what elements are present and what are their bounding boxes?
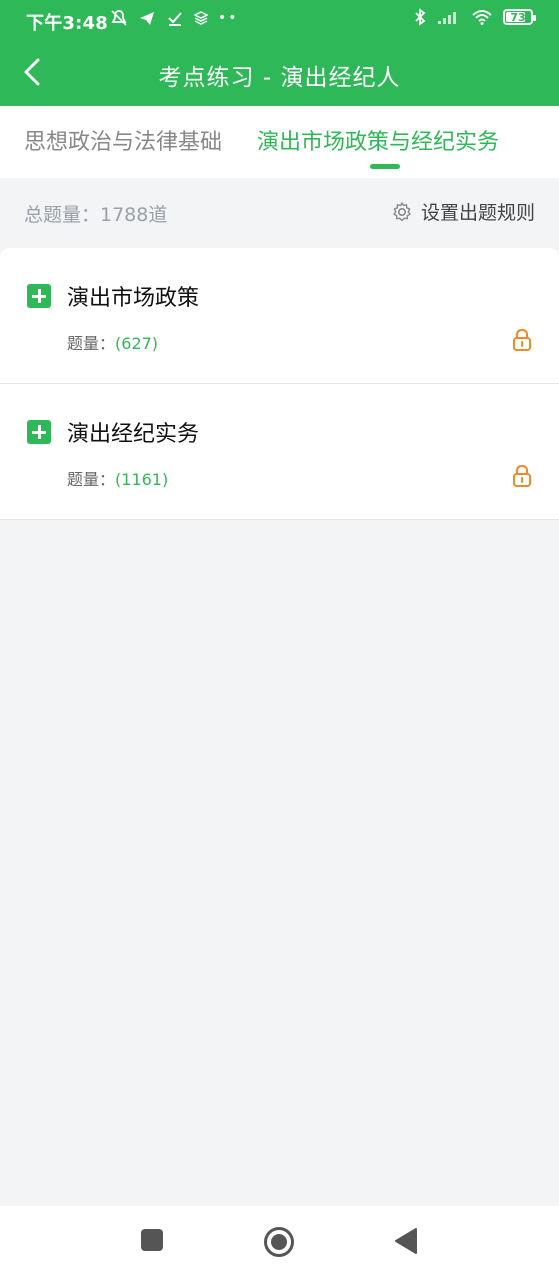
- telegram-icon: [140, 12, 154, 25]
- more-dots-icon: ••: [218, 10, 239, 26]
- triangle-back-icon: [395, 1228, 417, 1254]
- wifi-icon: [472, 10, 492, 25]
- bell-muted-icon: [111, 10, 127, 26]
- set-rules-label: 设置出题规则: [420, 202, 535, 224]
- subject-tabs: 思想政治与法律基础 演出市场政策与经纪实务: [0, 106, 559, 178]
- gear-icon: [393, 201, 411, 221]
- chapter-list: 演出市场政策 题量：(627) 演出经纪实务 题量：(1161): [0, 248, 559, 520]
- system-navigation-bar: [0, 1206, 559, 1280]
- status-bar: 下午3:48 •• 73: [0, 0, 559, 40]
- home-button[interactable]: [263, 1226, 295, 1262]
- set-rules-button[interactable]: 设置出题规则: [391, 198, 535, 225]
- question-count-value: (627): [115, 334, 159, 353]
- app-header: 考点练习 - 演出经纪人: [0, 40, 559, 106]
- question-count-label: 题量：: [67, 334, 116, 353]
- battery-icon: 73: [503, 9, 536, 25]
- lock-icon: [513, 328, 531, 351]
- total-questions: 总题量：1788道: [24, 204, 168, 226]
- download-done-icon: [168, 12, 182, 26]
- back-nav-button[interactable]: [394, 1228, 418, 1258]
- recent-apps-button[interactable]: [140, 1228, 164, 1256]
- expand-plus-icon[interactable]: [27, 420, 51, 444]
- chapter-title: 演出经纪实务: [67, 422, 200, 447]
- tab-market-policy[interactable]: 演出市场政策与经纪实务: [257, 124, 499, 156]
- square-icon: [141, 1229, 163, 1251]
- layers-icon: [194, 11, 208, 25]
- list-item[interactable]: 演出市场政策 题量：(627): [0, 248, 559, 384]
- battery-level: 73: [510, 10, 526, 24]
- question-count: 题量：(627): [67, 330, 158, 354]
- home-circle-icon: [264, 1227, 294, 1257]
- question-count-value: (1161): [115, 470, 169, 489]
- expand-plus-icon[interactable]: [27, 284, 51, 308]
- question-count-label: 题量：: [67, 470, 116, 489]
- summary-row: 总题量：1788道 设置出题规则: [0, 178, 559, 246]
- active-tab-indicator: [370, 164, 400, 169]
- status-system-icons: 73: [413, 8, 536, 26]
- bluetooth-icon: [415, 8, 426, 26]
- question-count: 题量：(1161): [67, 466, 168, 490]
- status-time: 下午3:48: [26, 13, 108, 34]
- tab-politics-law[interactable]: 思想政治与法律基础: [24, 124, 222, 156]
- signal-icon: [438, 12, 456, 24]
- page-title: 考点练习 - 演出经纪人: [158, 65, 401, 91]
- status-notification-icons: ••: [110, 9, 239, 27]
- lock-icon: [513, 464, 531, 487]
- list-item[interactable]: 演出经纪实务 题量：(1161): [0, 384, 559, 520]
- chapter-title: 演出市场政策: [67, 286, 200, 311]
